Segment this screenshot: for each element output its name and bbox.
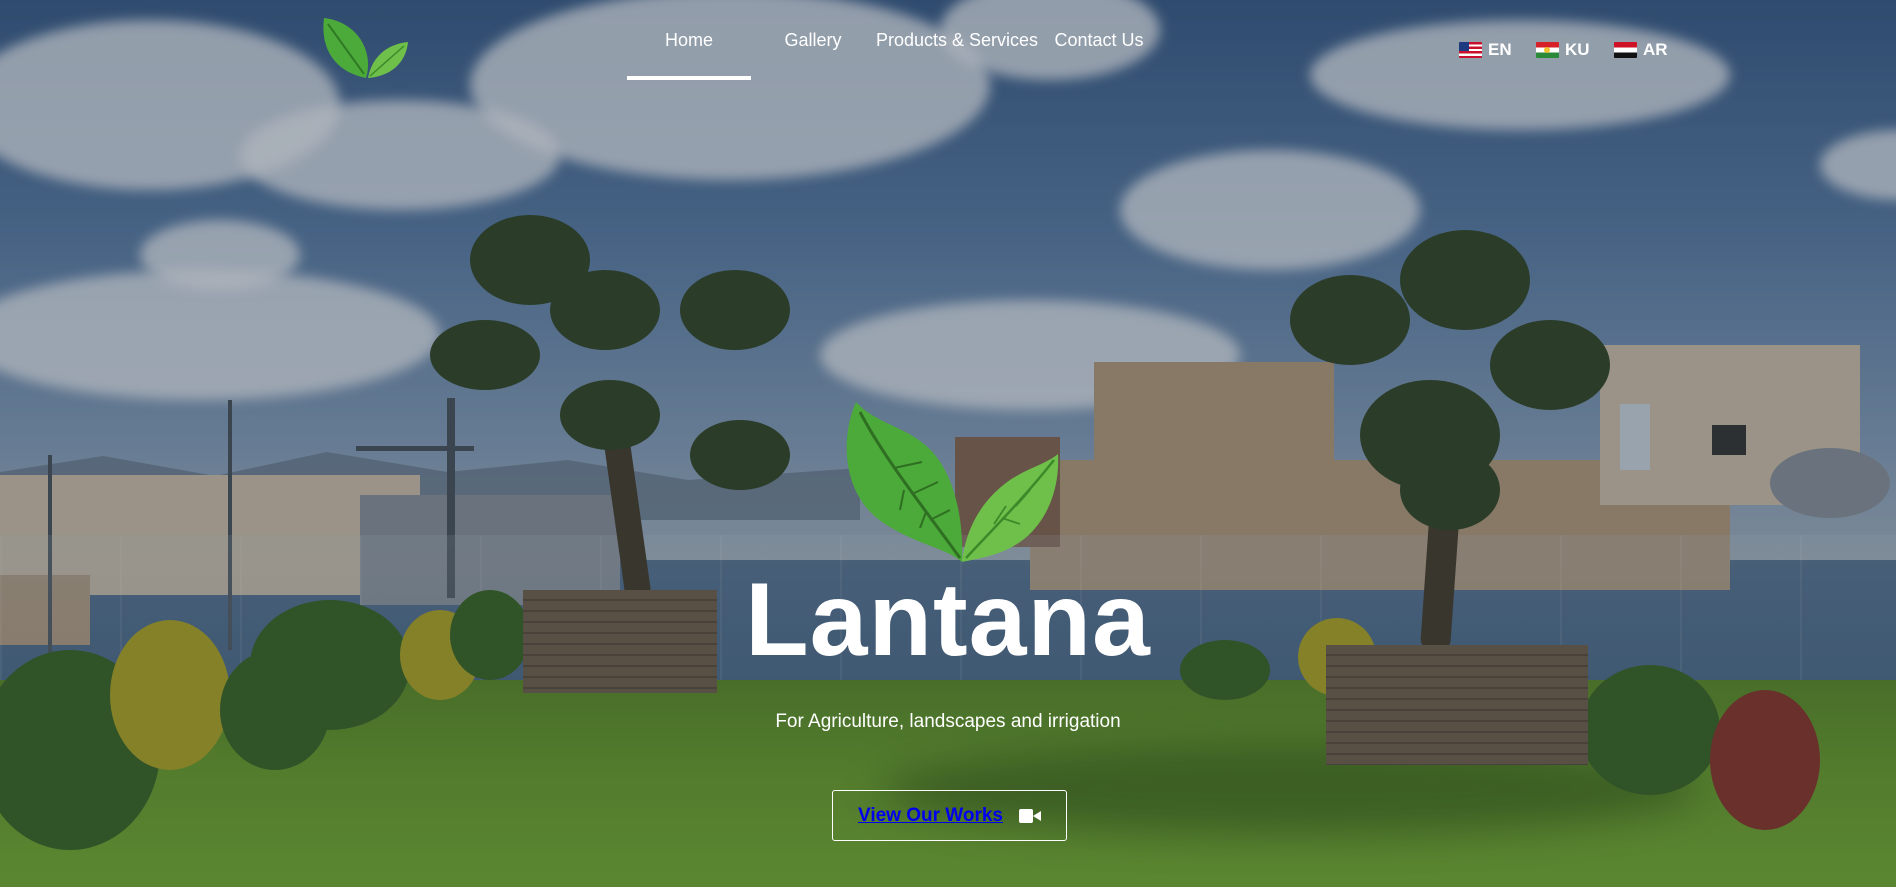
leaf-icon: [834, 398, 1060, 564]
language-code: AR: [1643, 40, 1668, 59]
us-flag-icon: [1459, 42, 1482, 58]
language-ar[interactable]: AR: [1614, 40, 1668, 60]
nav-gallery[interactable]: Gallery: [751, 0, 875, 80]
hero-subtitle: For Agriculture, landscapes and irrigati…: [775, 711, 1121, 732]
iraq-flag-icon: [1614, 42, 1637, 58]
main-nav: Home Gallery Products & Services Contact…: [627, 0, 1159, 80]
site-header: Home Gallery Products & Services Contact…: [0, 0, 1896, 85]
cta-label: View Our Works: [857, 804, 1003, 826]
kurdistan-flag-icon: [1536, 42, 1559, 58]
language-code: KU: [1565, 40, 1590, 59]
language-ku[interactable]: KU: [1536, 40, 1590, 60]
leaf-logo-icon[interactable]: [318, 16, 410, 82]
hero-title: Lantana: [745, 562, 1151, 678]
language-en[interactable]: EN: [1459, 40, 1512, 60]
nav-products-services[interactable]: Products & Services: [875, 0, 1039, 80]
view-our-works-button[interactable]: View Our Works: [832, 790, 1067, 841]
video-camera-icon: [1019, 808, 1041, 823]
nav-contact-us[interactable]: Contact Us: [1039, 0, 1159, 80]
nav-home[interactable]: Home: [627, 0, 751, 80]
language-code: EN: [1488, 40, 1512, 59]
